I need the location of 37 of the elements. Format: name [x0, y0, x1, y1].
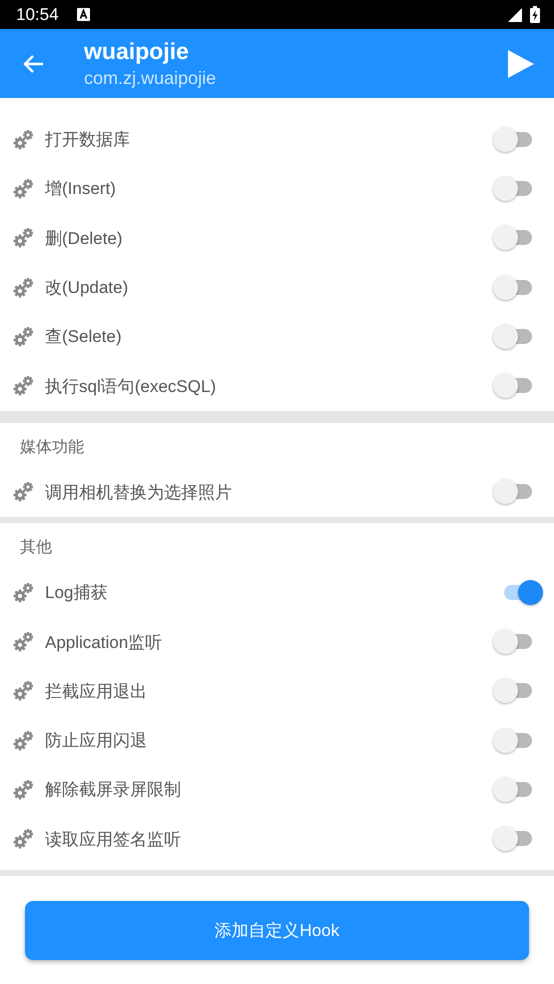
battery-icon: [530, 6, 540, 23]
gears-icon: [12, 730, 34, 752]
section-header: 媒体功能: [19, 438, 85, 458]
add-hook-button[interactable]: 添加自定义Hook: [25, 901, 529, 960]
setting-label: 拦截应用退出: [45, 680, 148, 703]
gears-icon: [12, 778, 34, 801]
gears-icon: [12, 128, 34, 151]
signal-icon: [508, 8, 522, 22]
setting-label: 增(Insert): [45, 178, 117, 200]
setting-label: 防止应用闪退: [45, 730, 148, 752]
setting-label: 解除截屏录屏限制: [45, 779, 182, 802]
gears-icon: [12, 375, 34, 398]
gears-icon: [12, 582, 34, 604]
setting-label: 打开数据库: [45, 129, 131, 152]
setting-label: 删(Delete): [45, 228, 124, 250]
setting-label: 执行sql语句(execSQL): [45, 376, 217, 398]
setting-label: 改(Update): [45, 277, 130, 300]
package-name: com.zj.wuaipojie: [84, 68, 218, 89]
setting-label: 调用相机替换为选择照片: [45, 482, 233, 504]
setting-label: 读取应用签名监听: [45, 828, 182, 851]
setting-label: Application监听: [45, 632, 164, 654]
setting-label: Log捕获: [45, 582, 108, 604]
gears-icon: [12, 326, 34, 348]
gears-icon: [12, 178, 34, 200]
gears-icon: [12, 481, 34, 504]
play-icon[interactable]: [508, 50, 534, 78]
back-arrow-icon[interactable]: [22, 54, 44, 74]
setting-label: 查(Selete): [45, 326, 123, 348]
gears-icon: [12, 631, 34, 654]
gears-icon: [12, 227, 34, 250]
status-time: 10:54: [16, 4, 59, 24]
gears-icon: [12, 828, 34, 850]
gears-icon: [12, 680, 34, 702]
app-title: wuaipojie: [84, 38, 190, 65]
section-header: 其他: [19, 538, 53, 558]
gears-icon: [12, 276, 34, 299]
notification-icon: [76, 8, 90, 21]
